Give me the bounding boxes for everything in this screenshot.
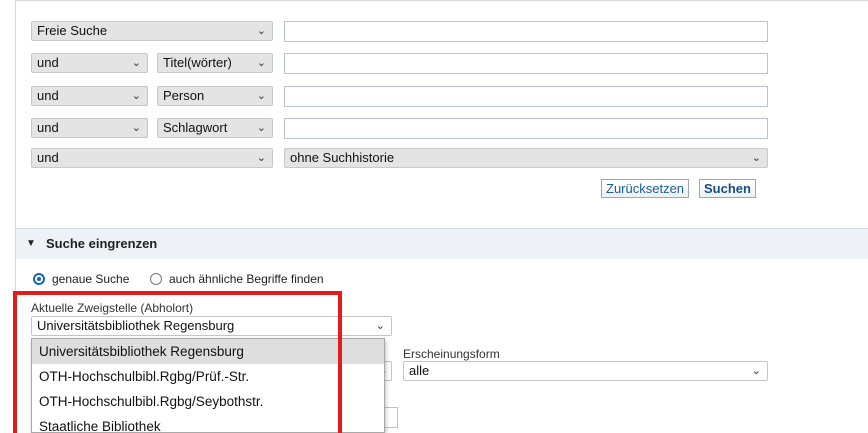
chevron-down-icon: ⌄ <box>131 122 141 134</box>
pubform-select-value: alle <box>409 363 430 378</box>
search-button[interactable]: Suchen <box>699 179 756 198</box>
branch-option-4[interactable]: Staatliche Bibliothek <box>32 414 384 432</box>
chevron-down-icon: ⌄ <box>751 365 761 377</box>
branch-select[interactable]: Universitätsbibliothek Regensburg ⌄ <box>31 316 392 336</box>
branch-option-1[interactable]: Universitätsbibliothek Regensburg <box>32 339 384 364</box>
chevron-down-icon: ⌄ <box>375 320 385 332</box>
field-select-4-value: Schlagwort <box>163 120 228 135</box>
field-select-1-value: Freie Suche <box>37 23 108 38</box>
operator-select-3-value: und <box>37 88 59 103</box>
branch-label: Aktuelle Zweigstelle (Abholort) <box>31 301 194 315</box>
operator-select-2[interactable]: und ⌄ <box>31 53 148 73</box>
search-history-value: ohne Suchhistorie <box>290 150 395 165</box>
chevron-down-icon: ⌄ <box>256 25 266 37</box>
search-input-1[interactable] <box>284 21 768 42</box>
chevron-down-icon: ⌄ <box>751 152 761 164</box>
branch-option-3[interactable]: OTH-Hochschulbibl.Rgbg/Seybothstr. <box>32 389 384 414</box>
branch-option-2[interactable]: OTH-Hochschulbibl.Rgbg/Prüf.-Str. <box>32 364 384 389</box>
reset-button[interactable]: Zurücksetzen <box>601 179 690 198</box>
radio-similar-label: auch ähnliche Begriffe finden <box>169 272 324 286</box>
search-input-2[interactable] <box>284 53 768 74</box>
operator-select-2-value: und <box>37 55 59 70</box>
triangle-down-icon: ▼ <box>26 238 36 249</box>
chevron-down-icon: ⌄ <box>131 90 141 102</box>
field-select-4[interactable]: Schlagwort ⌄ <box>157 118 273 138</box>
search-input-3[interactable] <box>284 86 768 107</box>
operator-select-4-value: und <box>37 120 59 135</box>
field-select-2-value: Titel(wörter) <box>163 55 232 70</box>
chevron-down-icon: ⌄ <box>256 152 266 164</box>
chevron-down-icon: ⌄ <box>256 57 266 69</box>
pubform-select[interactable]: alle ⌄ <box>403 361 768 381</box>
operator-select-3[interactable]: und ⌄ <box>31 86 148 106</box>
search-history-select[interactable]: ohne Suchhistorie ⌄ <box>284 148 768 168</box>
chevron-down-icon: ⌄ <box>256 90 266 102</box>
radio-similar-search[interactable] <box>150 273 162 285</box>
field-select-3-value: Person <box>163 88 205 103</box>
radio-exact-label: genaue Suche <box>52 272 130 286</box>
chevron-down-icon: ⌄ <box>131 57 141 69</box>
radio-exact-search[interactable] <box>33 273 45 285</box>
operator-select-4[interactable]: und ⌄ <box>31 118 148 138</box>
branch-select-value: Universitätsbibliothek Regensburg <box>37 318 235 333</box>
refine-search-header[interactable]: ▼ Suche eingrenzen <box>16 228 868 259</box>
field-select-2[interactable]: Titel(wörter) ⌄ <box>157 53 273 73</box>
pubform-label: Erscheinungsform <box>403 347 500 361</box>
search-input-4[interactable] <box>284 118 768 139</box>
chevron-down-icon: ⌄ <box>256 122 266 134</box>
operator-select-5-value: und <box>37 150 59 165</box>
field-select-3[interactable]: Person ⌄ <box>157 86 273 106</box>
field-select-1[interactable]: Freie Suche ⌄ <box>31 21 273 41</box>
branch-dropdown-list: Universitätsbibliothek Regensburg OTH-Ho… <box>31 338 385 433</box>
refine-search-title: Suche eingrenzen <box>46 236 158 251</box>
operator-select-5[interactable]: und ⌄ <box>31 148 273 168</box>
